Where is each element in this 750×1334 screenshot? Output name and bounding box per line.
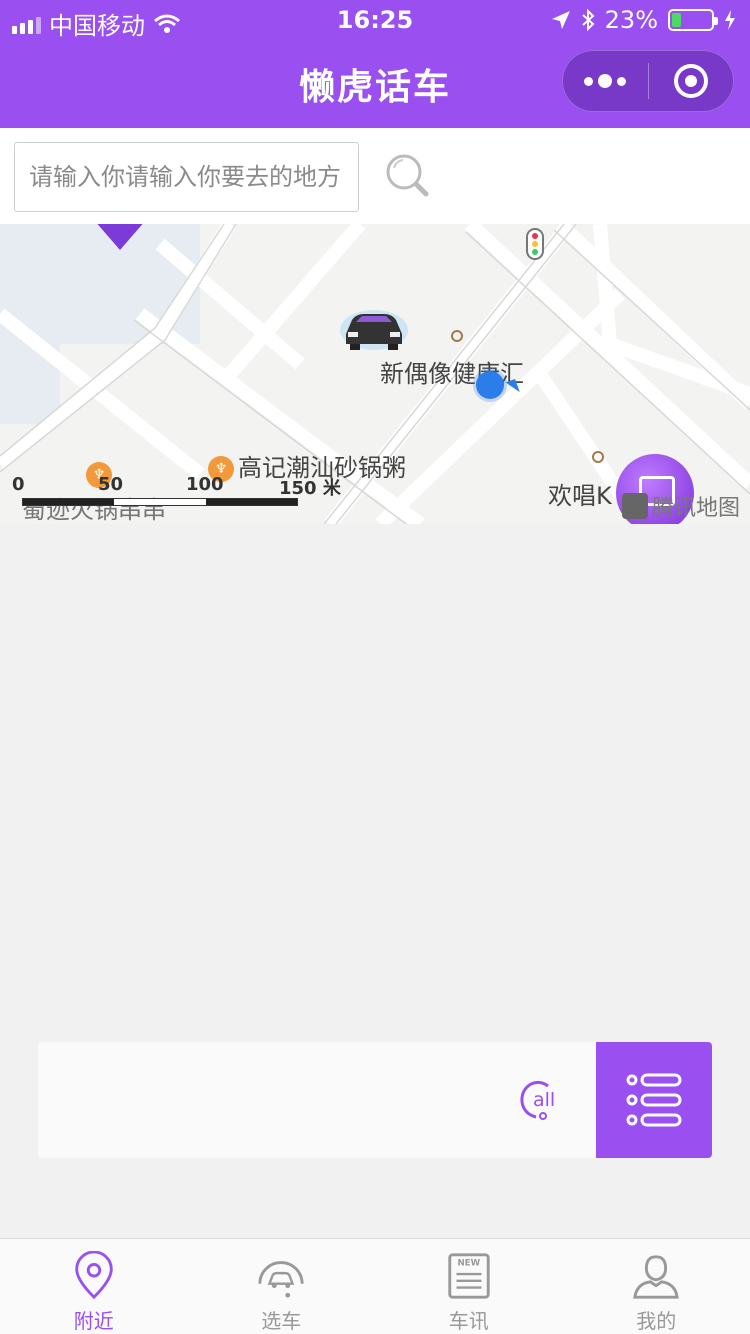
scale-bar — [22, 498, 298, 506]
list-icon — [626, 1073, 682, 1127]
svg-text:NEW: NEW — [457, 1258, 480, 1268]
map-view[interactable]: 新偶像健康汇 ♆ 高记潮汕砂锅粥 ♆ 蜀迹火锅串串 欢唱K 0 50 100 15… — [0, 224, 750, 524]
bluetooth-icon — [581, 9, 595, 31]
compass-icon — [621, 493, 648, 519]
tab-bar: 附近 选车 NEW 车讯 我的 — [0, 1238, 750, 1334]
destination-marker — [94, 224, 146, 250]
tab-me[interactable]: 我的 — [563, 1239, 750, 1334]
battery-percent: 23% — [604, 6, 658, 34]
search-icon[interactable] — [380, 148, 436, 204]
scale-label: 100 — [186, 474, 224, 495]
watermark-label: 腾讯地图 — [651, 496, 740, 521]
call-all-icon[interactable]: all — [518, 1078, 562, 1122]
poi-dot — [592, 451, 604, 463]
scale-label: 50 — [98, 474, 124, 495]
tab-car-news[interactable]: NEW 车讯 — [375, 1239, 563, 1334]
map-watermark: 腾讯地图 — [621, 490, 740, 522]
poi-label[interactable]: 欢唱K — [548, 476, 612, 511]
tab-label: 选车 — [261, 1309, 302, 1333]
charging-icon — [725, 10, 735, 30]
scale-label: 150 米 — [279, 478, 341, 499]
poi-dot — [451, 330, 463, 342]
search-input[interactable] — [14, 142, 359, 212]
traffic-light-icon — [526, 228, 544, 260]
status-bar: 中国移动 16:25 23% — [0, 0, 750, 40]
search-bar — [0, 128, 750, 224]
location-arrow-icon — [551, 11, 570, 29]
battery-fill — [672, 13, 681, 27]
close-button[interactable] — [649, 50, 734, 112]
list-button[interactable] — [596, 1042, 712, 1158]
poi-label[interactable]: 蜀迹火锅串串 — [22, 490, 166, 524]
scale-label: 0 — [12, 474, 25, 495]
user-icon — [633, 1255, 680, 1299]
svg-text:all: all — [533, 1089, 555, 1111]
car-icon — [258, 1261, 304, 1298]
status-right: 23% — [551, 6, 736, 34]
tab-label: 车讯 — [448, 1309, 489, 1333]
map-scale: 0 50 100 150 米 — [12, 474, 341, 499]
top-bar: 中国移动 16:25 23% 懒虎话车 — [0, 0, 750, 128]
battery-icon — [668, 9, 718, 31]
news-icon: NEW — [448, 1253, 490, 1299]
car-marker-icon[interactable] — [338, 304, 410, 352]
tab-nearby[interactable]: 附近 — [0, 1239, 188, 1334]
tab-choose-car[interactable]: 选车 — [188, 1239, 376, 1334]
tab-label: 附近 — [73, 1309, 114, 1333]
location-pin-icon — [74, 1251, 113, 1300]
action-panel: all — [38, 1042, 712, 1158]
tab-label: 我的 — [636, 1309, 677, 1333]
close-icon — [673, 64, 708, 98]
more-button[interactable] — [563, 50, 648, 112]
mini-program-capsule — [562, 50, 734, 112]
